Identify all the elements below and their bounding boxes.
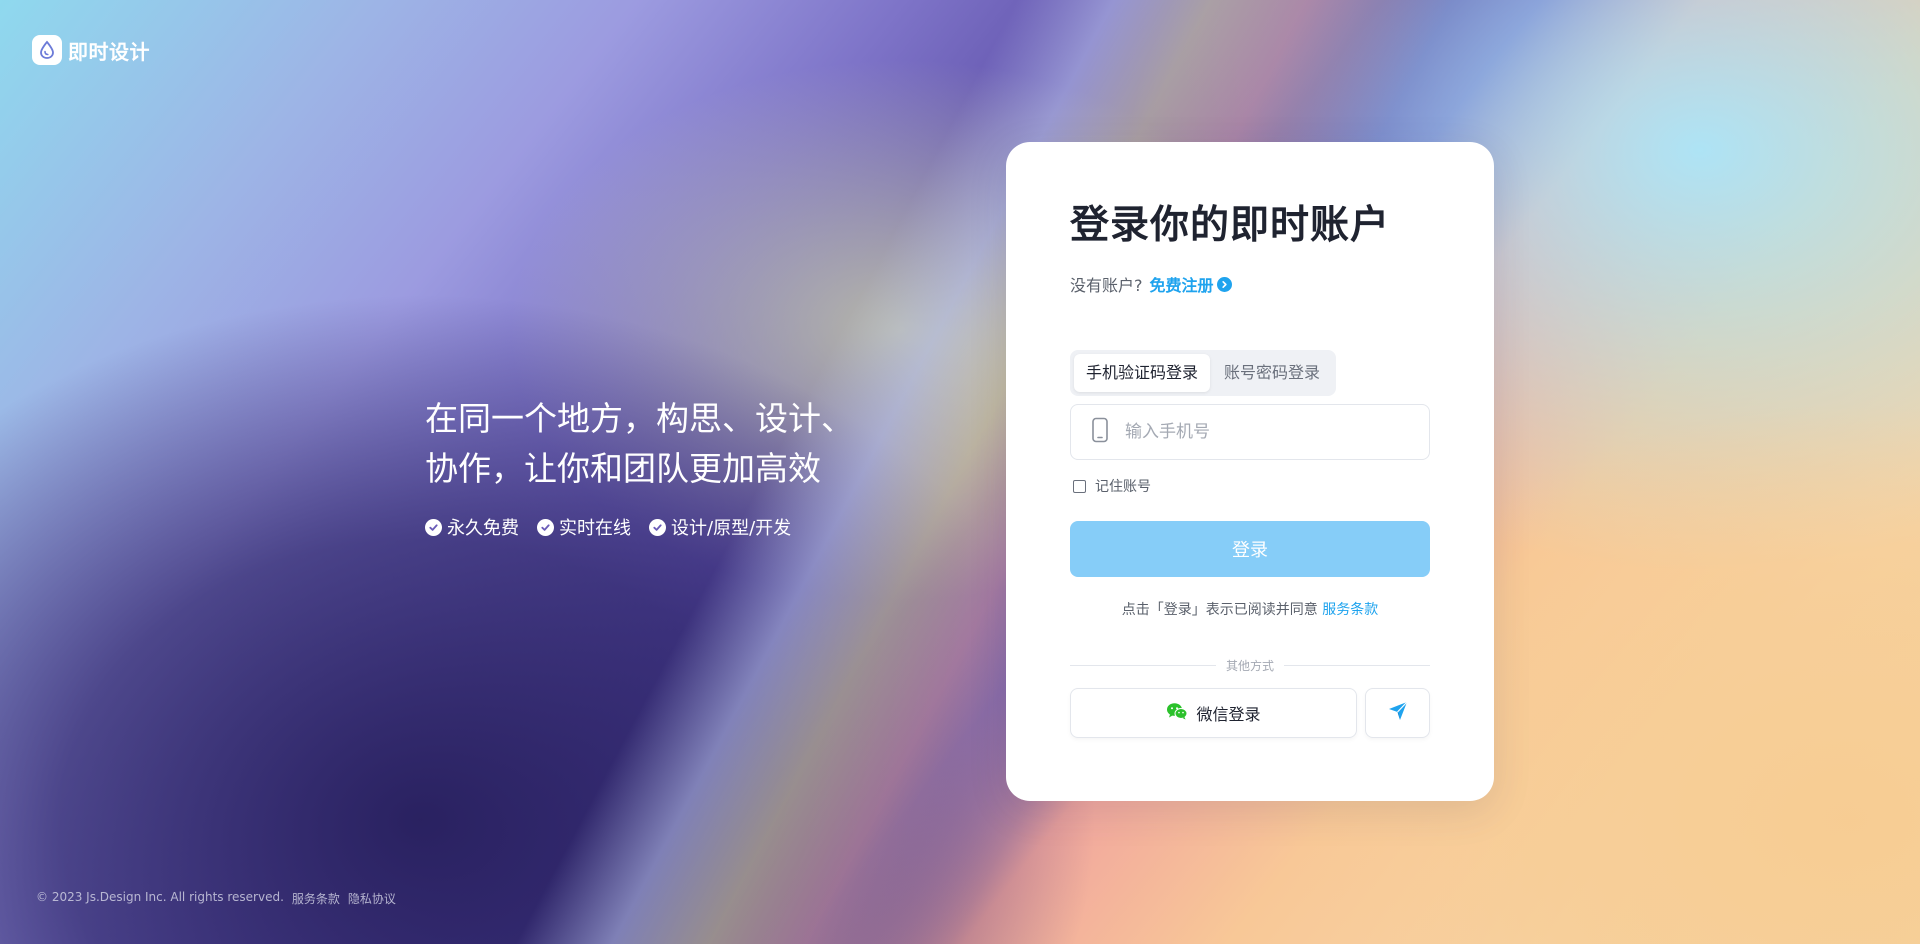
footer-privacy-link[interactable]: 隐私协议 (348, 890, 396, 907)
tab-sms-code[interactable]: 手机验证码登录 (1074, 354, 1211, 392)
feature-list: 永久免费 实时在线 设计/原型/开发 (425, 514, 905, 540)
hero-headline-line-1: 在同一个地方，构思、设计、 (425, 399, 854, 438)
wechat-login-label: 微信登录 (1196, 705, 1261, 724)
terms-link[interactable]: 服务条款 (1322, 602, 1378, 618)
feature-label: 永久免费 (447, 518, 519, 539)
divider-line (1070, 665, 1216, 666)
check-circle-icon (425, 518, 442, 536)
remember-account-row: 记住账号 (1070, 476, 1430, 496)
feature-item: 实时在线 (537, 514, 631, 540)
brand-logo[interactable]: 即时设计 (32, 35, 150, 65)
feature-label: 设计/原型/开发 (671, 518, 792, 539)
login-card: 登录你的即时账户 没有账户? 免费注册 手机验证码登录 账号密码登录 记住账号 … (1006, 142, 1494, 801)
paper-plane-login-button[interactable] (1365, 688, 1430, 738)
phone-icon (1091, 417, 1109, 447)
signup-link[interactable]: 免费注册 (1150, 272, 1214, 296)
login-title: 登录你的即时账户 (1070, 203, 1391, 248)
remember-checkbox[interactable] (1073, 479, 1086, 493)
page-footer: © 2023 Js.Design Inc. All rights reserve… (36, 890, 396, 907)
tab-password[interactable]: 账号密码登录 (1212, 354, 1332, 392)
phone-input[interactable] (1123, 421, 1407, 443)
hero-headline-line-2: 协作，让你和团队更加高效 (425, 449, 821, 488)
footer-terms-link[interactable]: 服务条款 (292, 890, 340, 907)
hero-section: 在同一个地方，构思、设计、 协作，让你和团队更加高效 永久免费 实时在线 设计/… (425, 394, 905, 540)
chevron-right-icon[interactable] (1216, 276, 1232, 292)
copyright-text: © 2023 Js.Design Inc. All rights reserve… (36, 890, 284, 904)
brand-name: 即时设计 (68, 39, 150, 64)
login-method-tabs: 手机验证码登录 账号密码登录 (1070, 350, 1337, 396)
check-circle-icon (649, 518, 666, 536)
other-methods-divider: 其他方式 (1070, 657, 1431, 674)
feature-item: 永久免费 (425, 514, 519, 540)
feature-label: 实时在线 (559, 518, 631, 539)
terms-text: 点击「登录」表示已阅读并同意 (1121, 602, 1318, 618)
login-button[interactable]: 登录 (1070, 521, 1430, 577)
phone-field[interactable] (1070, 404, 1430, 460)
check-circle-icon (537, 518, 554, 536)
alt-login-row: 微信登录 (1070, 688, 1430, 738)
droplet-icon (32, 35, 62, 65)
wechat-login-button[interactable]: 微信登录 (1070, 688, 1357, 738)
feature-item: 设计/原型/开发 (649, 514, 791, 540)
paper-plane-icon (1387, 700, 1409, 726)
no-account-text: 没有账户? (1070, 276, 1143, 295)
divider-line (1284, 665, 1431, 666)
other-methods-label: 其他方式 (1226, 659, 1275, 673)
signup-prompt: 没有账户? 免费注册 (1070, 272, 1430, 296)
terms-notice: 点击「登录」表示已阅读并同意 服务条款 (1070, 599, 1430, 619)
wechat-icon (1166, 702, 1188, 724)
background-rainbow (0, 0, 1920, 944)
remember-label[interactable]: 记住账号 (1095, 476, 1151, 496)
